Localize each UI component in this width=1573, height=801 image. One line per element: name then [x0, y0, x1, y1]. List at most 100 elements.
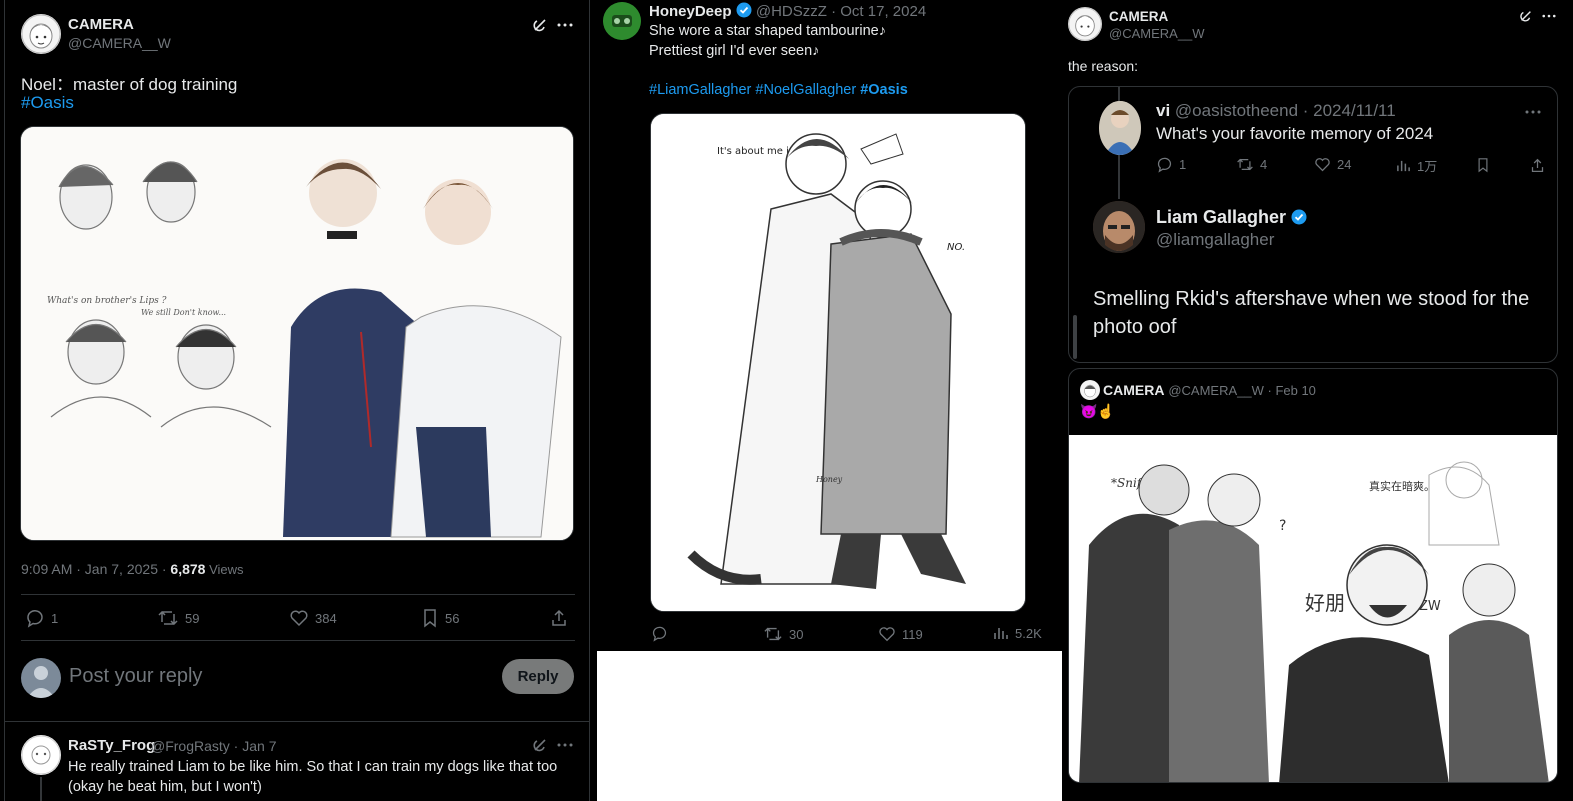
timestamp-text: 9:09 AM · Jan 7, 2025 ·: [21, 561, 171, 577]
reply-text: He really trained Liam to be like him. S…: [68, 759, 558, 795]
reply-author-name[interactable]: RaSTy_Frog: [68, 737, 155, 754]
art-signature: Honey: [815, 475, 843, 484]
scrollbar-thumb[interactable]: [1073, 315, 1077, 359]
more-options-icon[interactable]: [1540, 9, 1558, 23]
blank-area: [597, 651, 1062, 801]
author-avatar[interactable]: [1068, 7, 1102, 41]
repost-icon: [1237, 158, 1253, 171]
embed-author-avatar[interactable]: [1080, 380, 1100, 400]
like-count: 24: [1337, 157, 1352, 172]
embed-card[interactable]: CAMERA @CAMERA__W · Feb 10 😈☝ *Sniff* 真实…: [1068, 368, 1558, 783]
divider: [21, 594, 575, 595]
like-action[interactable]: 24: [1314, 156, 1351, 173]
reply-button[interactable]: Reply: [502, 659, 574, 694]
repost-action[interactable]: 30: [763, 625, 803, 643]
author-name[interactable]: CAMERA: [1109, 9, 1168, 24]
like-action[interactable]: 119: [878, 625, 923, 643]
quote-author-avatar[interactable]: [1099, 101, 1141, 155]
bookmark-action[interactable]: 56: [421, 608, 459, 628]
reply-action[interactable]: 1: [25, 608, 58, 628]
quote-author-name[interactable]: vi: [1156, 101, 1170, 120]
grok-icon[interactable]: [531, 16, 549, 34]
tweet-image[interactable]: It's about me innit? NO. Honey: [650, 113, 1026, 612]
author-avatar[interactable]: [21, 14, 61, 54]
right-tweet-panel: CAMERA @CAMERA__W the reason: vi @oasist…: [1062, 0, 1573, 801]
liam-name[interactable]: Liam Gallagher: [1156, 207, 1286, 227]
more-options-icon[interactable]: [1523, 107, 1543, 117]
like-count: 384: [315, 610, 337, 626]
tweet-text: Noel：master of dog training: [21, 75, 238, 94]
quote-text: What's your favorite memory of 2024: [1156, 124, 1434, 143]
sketch-artwork: It's about me innit? NO. Honey: [651, 114, 1025, 611]
bookmark-count: 56: [445, 610, 460, 626]
views-label: Views: [205, 562, 244, 577]
reply-input[interactable]: Post your reply: [69, 665, 202, 688]
author-handle[interactable]: @CAMERA__W: [1109, 26, 1205, 41]
art-no-text: NO.: [947, 242, 965, 253]
reply-count: 1: [51, 610, 59, 626]
tweet-line-1: She wore a star shaped tambourine♪: [649, 23, 886, 39]
author-name[interactable]: HoneyDeep: [649, 3, 732, 20]
more-options-icon[interactable]: [555, 16, 575, 34]
middle-tweet-panel: HoneyDeep @HDSzzZ · Oct 17, 2024 She wor…: [597, 0, 1062, 651]
quote-author-line: vi @oasistotheend · 2024/11/11: [1156, 101, 1396, 121]
embed-emoji: 😈☝: [1080, 403, 1115, 419]
hashtag-list: #LiamGallagher #NoelGallagher #Oasis: [649, 82, 908, 98]
views-count: 1万: [1417, 159, 1438, 174]
current-user-avatar[interactable]: [21, 658, 61, 698]
share-icon[interactable]: [549, 608, 569, 628]
views-count: 5.2K: [1015, 625, 1042, 641]
grok-icon[interactable]: [1518, 8, 1534, 24]
bookmark-icon[interactable]: [1475, 157, 1491, 173]
left-tweet-panel: CAMERA @CAMERA__W Noel：master of dog tra…: [4, 0, 590, 801]
reply-action[interactable]: 1: [1156, 156, 1186, 173]
views-action[interactable]: 5.2K: [993, 625, 1042, 641]
more-options-icon[interactable]: [555, 736, 575, 754]
repost-action[interactable]: 59: [157, 608, 199, 628]
views-count: 6,878: [170, 561, 206, 577]
share-icon[interactable]: [1529, 157, 1545, 173]
embed-author-line: CAMERA @CAMERA__W · Feb 10: [1103, 382, 1316, 398]
repost-count: 59: [185, 610, 200, 626]
verified-badge-icon: [736, 2, 752, 18]
author-avatar[interactable]: [603, 2, 641, 40]
hashtag-oasis[interactable]: #Oasis: [860, 82, 908, 98]
tweet-image[interactable]: What's on brother's Lips ? We still Don'…: [20, 126, 574, 541]
repost-count: 4: [1260, 157, 1268, 172]
heart-icon: [879, 627, 895, 642]
liam-avatar[interactable]: [1093, 201, 1145, 253]
tweet-timestamp[interactable]: 9:09 AM · Jan 7, 2025 · 6,878 Views: [21, 561, 244, 577]
reply-handle-date[interactable]: @FrogRasty · Jan 7: [151, 738, 276, 754]
quote-handle-date[interactable]: @oasistotheend · 2024/11/11: [1175, 101, 1396, 120]
embed-image[interactable]: *Sniff* 真实在暗爽。 好朋 ? ZW: [1069, 435, 1557, 782]
hashtag-liamgallagher[interactable]: #LiamGallagher: [649, 82, 751, 98]
author-handle[interactable]: @CAMERA__W: [68, 35, 171, 51]
reply-author-avatar[interactable]: [21, 735, 61, 775]
embed-handle-date[interactable]: @CAMERA__W · Feb 10: [1168, 383, 1316, 398]
art-note: 真实在暗爽。: [1369, 479, 1435, 493]
views-icon: [1397, 160, 1410, 172]
bookmark-icon: [424, 609, 436, 628]
author-name[interactable]: CAMERA: [68, 16, 134, 33]
embed-author-name[interactable]: CAMERA: [1103, 382, 1164, 398]
views-action[interactable]: 1万: [1396, 156, 1437, 175]
repost-count: 30: [789, 626, 804, 642]
hashtag-noelgallagher[interactable]: #NoelGallagher: [755, 82, 856, 98]
like-action[interactable]: 384: [289, 608, 337, 628]
liam-handle[interactable]: @liamgallagher: [1156, 230, 1274, 250]
reply-icon: [27, 610, 43, 628]
art-hanzi: 好朋: [1305, 591, 1345, 615]
sketch-artwork: *Sniff* 真实在暗爽。 好朋 ? ZW: [1069, 435, 1557, 782]
art-caption-2: We still Don't know...: [141, 308, 226, 317]
author-handle-date[interactable]: @HDSzzZ · Oct 17, 2024: [756, 3, 926, 20]
hashtag-oasis[interactable]: #Oasis: [21, 93, 74, 113]
verified-badge-icon: [1291, 209, 1307, 225]
heart-icon: [1315, 158, 1330, 172]
quote-card[interactable]: vi @oasistotheend · 2024/11/11 What's yo…: [1068, 86, 1558, 363]
repost-icon: [764, 627, 782, 641]
grok-icon[interactable]: [531, 736, 549, 754]
repost-action[interactable]: 4: [1236, 156, 1267, 173]
reply-icon: [1157, 157, 1172, 173]
divider: [21, 640, 575, 641]
reply-icon[interactable]: [650, 624, 668, 642]
